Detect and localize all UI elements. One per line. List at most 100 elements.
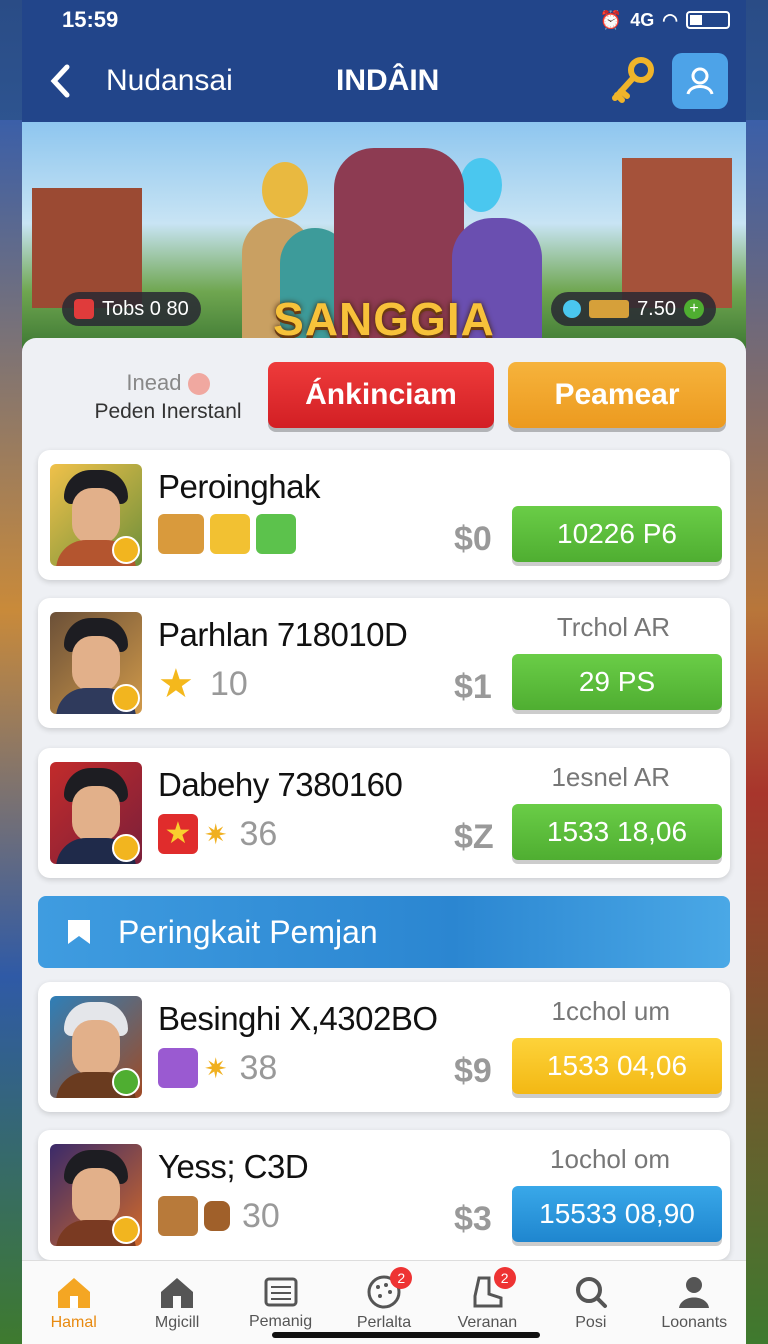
nav-label: Hamal [50, 1313, 97, 1331]
item-row: 30 [158, 1196, 280, 1236]
player-subtitle: 1cchol um [551, 996, 671, 1026]
avatar [50, 464, 142, 566]
user-icon [679, 1276, 710, 1308]
profile-button[interactable] [672, 53, 728, 109]
info-icon[interactable] [187, 373, 210, 396]
alarm-icon: ⏰ [599, 9, 623, 30]
nav-item-posi[interactable]: Posi [539, 1261, 642, 1344]
status-time: 15:59 [62, 7, 119, 32]
nav-item-home[interactable]: Hamal [22, 1261, 125, 1344]
player-price: $9 [454, 1052, 492, 1090]
item-count: 10 [210, 664, 248, 703]
battery-icon [686, 11, 730, 29]
ranking-section-header[interactable]: Peringkait Pemjan [38, 896, 730, 968]
avatar [50, 1144, 142, 1246]
sparkle-icon: ✷ [204, 1052, 228, 1084]
nav-label: Pemanig [248, 1312, 313, 1330]
item-row: ★ 10 [158, 664, 248, 704]
balloon-icon [262, 162, 308, 218]
item-count: 30 [242, 1196, 280, 1235]
value-button[interactable]: 29 PS [512, 654, 722, 710]
avatar [50, 612, 142, 714]
item-count: 38 [239, 1048, 278, 1087]
cash-register-icon [264, 1277, 298, 1306]
player-price: $1 [454, 668, 492, 706]
key-button[interactable] [606, 55, 658, 107]
home-icon [57, 1277, 90, 1308]
nav-label: Veranan [457, 1313, 518, 1331]
primary-orange-button[interactable]: Peamear [508, 362, 726, 428]
player-name: Peroinghak [158, 468, 320, 505]
network-label: 4G [630, 9, 655, 30]
sparkle-icon: ✷ [204, 818, 228, 850]
chevron-left-icon [50, 64, 70, 98]
avatar [50, 762, 142, 864]
status-icons: ⏰ 4G ◠ [600, 10, 730, 31]
user-icon [686, 67, 714, 95]
building-left [32, 188, 142, 308]
check-badge-icon [112, 1068, 140, 1096]
header-subtitle: Nudansai [106, 64, 233, 97]
coin-badge-icon [112, 684, 140, 712]
item-row [158, 514, 296, 554]
player-card[interactable]: Parhlan 718010D Trchol AR ★ 10 $1 29 PS [38, 598, 730, 728]
nav-label: Perlalta [356, 1313, 412, 1331]
player-card[interactable]: Peroinghak $0 10226 P6 [38, 450, 730, 580]
star-badge-icon: ★ [158, 814, 198, 854]
amulet-icon [158, 1048, 198, 1088]
page-title: INDÂIN [336, 64, 440, 97]
wifi-icon: ◠ [662, 9, 678, 30]
info-label-top: Inead [126, 370, 182, 395]
avatar [50, 996, 142, 1098]
section-title: Peringkait Pemjan [118, 913, 378, 950]
player-subtitle: 1ochol om [550, 1144, 670, 1174]
crate-icon [158, 1196, 198, 1236]
potion-icon [256, 514, 296, 554]
notification-badge: 2 [493, 1267, 516, 1289]
value-button[interactable]: 1533 04,06 [512, 1038, 722, 1094]
bag-icon [204, 1201, 230, 1231]
crystal-icon [460, 158, 502, 212]
item-row: ★ ✷ 36 [158, 814, 277, 854]
player-card[interactable]: Dabehy 7380160 1esnel AR ★ ✷ 36 $Z 1533 … [38, 748, 730, 878]
info-label: Inead Peden Inerstanl [78, 370, 258, 424]
nav-label: Loonants [661, 1313, 728, 1331]
nav-item-magic[interactable]: Mgicill [125, 1261, 228, 1344]
item-count: 36 [239, 814, 278, 853]
coin-badge-icon [112, 536, 140, 564]
app-header: Nudansai INDÂIN [22, 40, 746, 122]
house-icon [161, 1277, 194, 1308]
primary-red-button[interactable]: Ánkinciam [268, 362, 494, 428]
top-controls: Inead Peden Inerstanl Ánkinciam Peamear [22, 360, 746, 434]
notification-badge: 2 [390, 1267, 413, 1289]
player-name: Besinghi X,4302BO [158, 1000, 438, 1037]
tools-icon [210, 514, 250, 554]
star-icon: ★ [158, 662, 194, 706]
ranking-card[interactable]: Besinghi X,4302BO 1cchol um ✷ 38 $9 1533… [38, 982, 730, 1112]
hero-banner: Tobs 0 80 7.50 + SANGGIA [22, 122, 746, 348]
nav-label: Posi [575, 1313, 607, 1331]
value-button[interactable]: 1533 18,06 [512, 804, 722, 860]
building-right [622, 158, 732, 308]
player-name: Dabehy 7380160 [158, 766, 403, 803]
nav-item-loonants[interactable]: Loonants [643, 1261, 746, 1344]
coin-badge-icon [112, 834, 140, 862]
coin-badge-icon [112, 1216, 140, 1244]
home-indicator[interactable] [272, 1332, 540, 1338]
value-button[interactable]: 10226 P6 [512, 506, 722, 562]
chest-icon [158, 514, 204, 554]
main-panel: Inead Peden Inerstanl Ánkinciam Peamear … [22, 338, 746, 1260]
value-button[interactable]: 15533 08,90 [512, 1186, 722, 1242]
ranking-card[interactable]: Yess; C3D 1ochol om 30 $3 15533 08,90 [38, 1130, 730, 1260]
player-price: $Z [454, 818, 494, 856]
status-bar: 15:59 ⏰ 4G ◠ [22, 0, 746, 40]
player-name: Parhlan 718010D [158, 616, 408, 653]
bookmark-icon [68, 920, 90, 944]
info-label-bottom: Peden Inerstanl [94, 400, 242, 423]
player-name: Yess; C3D [158, 1148, 309, 1185]
back-button[interactable] [40, 61, 80, 101]
player-subtitle: 1esnel AR [551, 762, 670, 792]
player-price: $3 [454, 1200, 492, 1238]
player-subtitle: Trchol AR [556, 612, 670, 642]
nav-label: Mgicill [154, 1313, 200, 1331]
